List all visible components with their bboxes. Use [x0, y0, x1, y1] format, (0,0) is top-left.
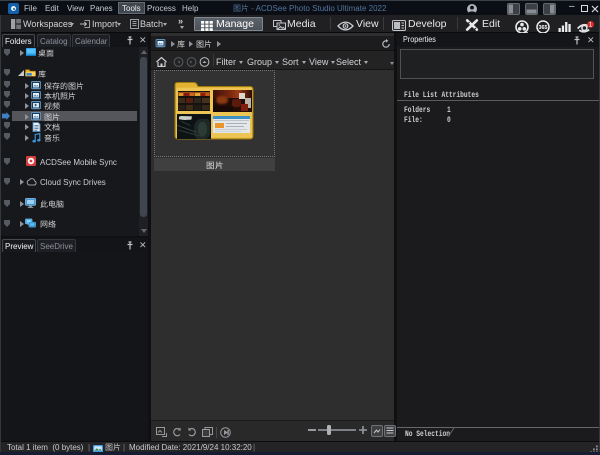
- svg-text:365: 365: [539, 25, 548, 31]
